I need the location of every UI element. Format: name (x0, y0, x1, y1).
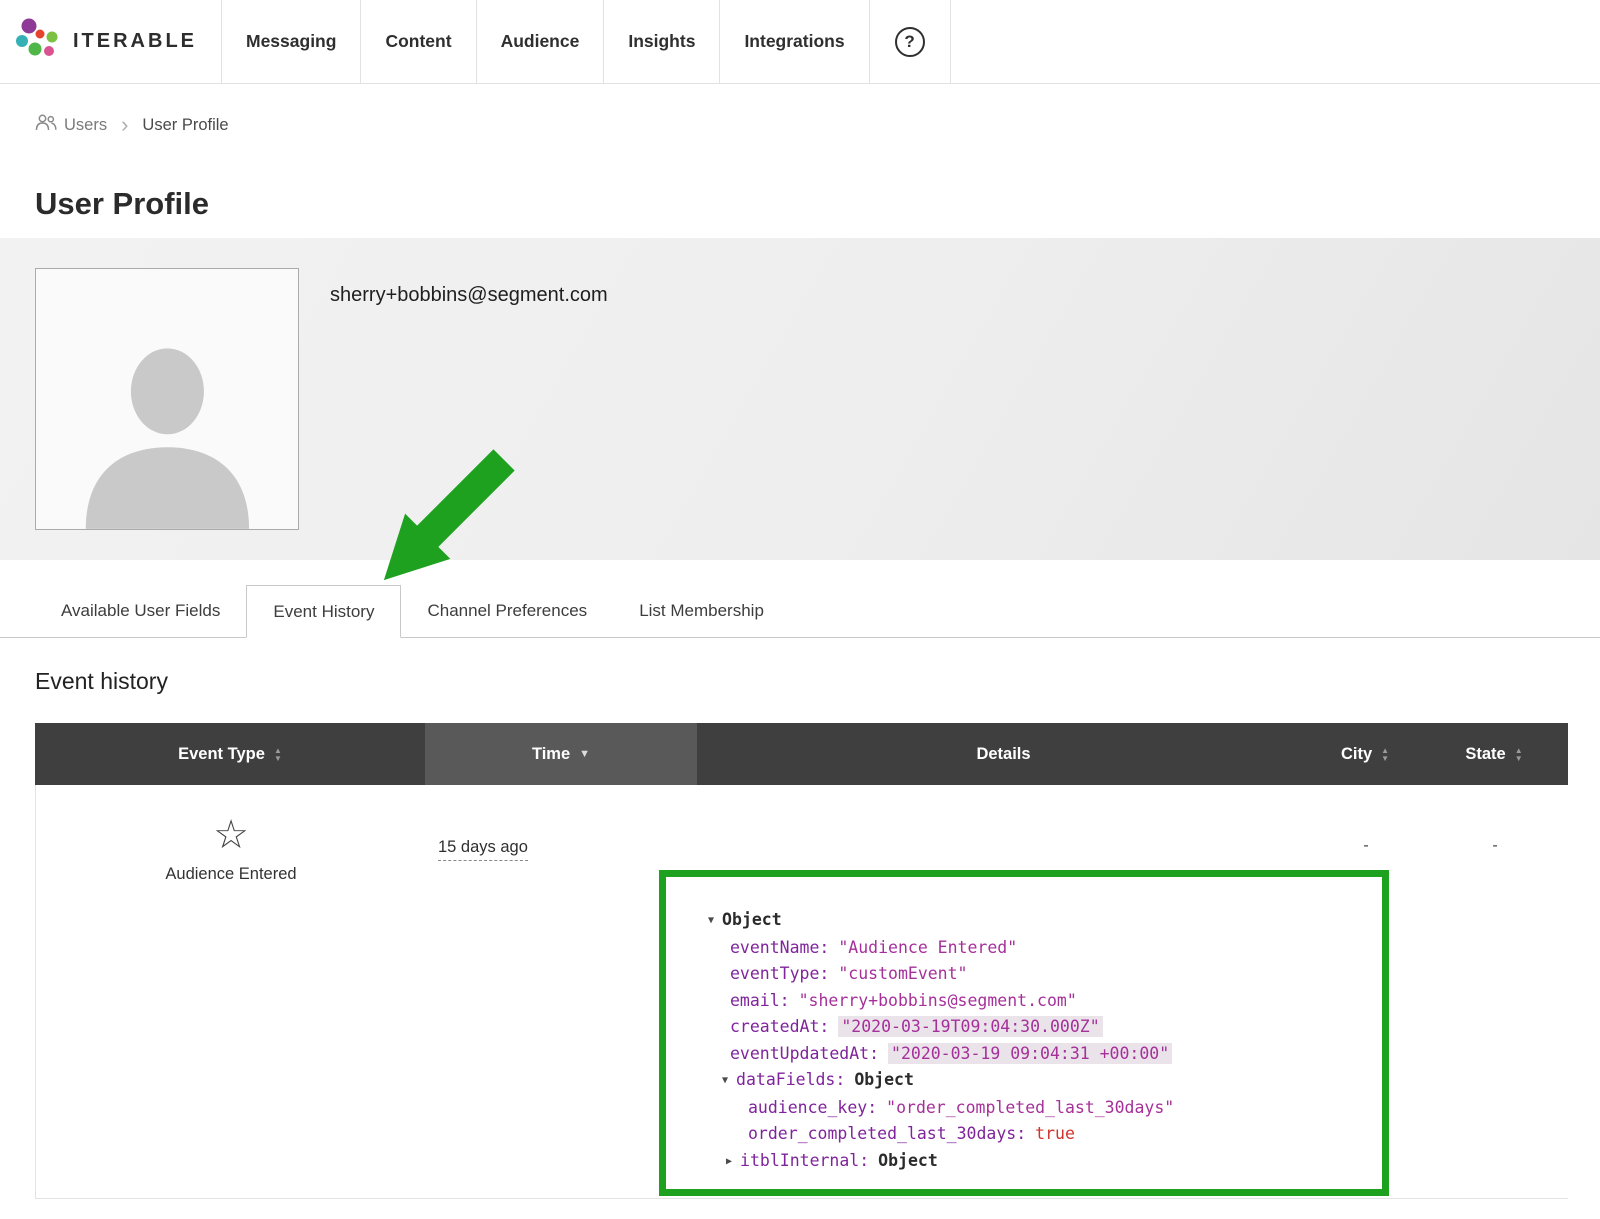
sort-icon: ▲▼ (274, 747, 282, 762)
json-object-row: ▼ dataFields: Object (696, 1067, 1362, 1095)
column-label: State (1465, 745, 1505, 764)
column-label: Details (976, 745, 1030, 764)
column-header-state[interactable]: State ▲▼ (1420, 723, 1568, 785)
json-key: createdAt: (730, 1017, 829, 1036)
json-root-row: ▼ Object (696, 907, 1362, 935)
brand-name: ITERABLE (73, 30, 197, 53)
json-key: dataFields: (736, 1070, 845, 1089)
json-object-label: Object (854, 1070, 914, 1089)
breadcrumb-users-label: Users (64, 116, 107, 135)
sort-desc-icon: ▼ (579, 749, 590, 760)
column-header-city[interactable]: City ▲▼ (1310, 723, 1420, 785)
json-value-boolean: true (1035, 1124, 1075, 1143)
annotation-highlight-box: ▼ Object eventName: "Audience Entered" eve… (659, 870, 1389, 1196)
event-history-table: Event Type ▲▼ Time ▼ Details City ▲▼ Sta… (35, 723, 1568, 1199)
event-type-cell: ☆ Audience Entered (36, 785, 426, 1198)
json-object-row: ▶ itblInternal: Object (696, 1148, 1362, 1176)
json-field-row: eventUpdatedAt: "2020-03-19 09:04:31 +00:… (696, 1041, 1362, 1068)
column-header-time[interactable]: Time ▼ (425, 723, 697, 785)
event-type-label: Audience Entered (165, 865, 296, 884)
json-value: "customEvent" (838, 964, 967, 983)
json-key: order_completed_last_30days: (748, 1124, 1026, 1143)
table-header: Event Type ▲▼ Time ▼ Details City ▲▼ Sta… (35, 723, 1568, 785)
iterable-logo[interactable]: ITERABLE (0, 0, 222, 83)
table-row: ☆ Audience Entered 15 days ago ▼ Object e… (35, 785, 1568, 1199)
users-icon (35, 114, 57, 136)
json-key: eventUpdatedAt: (730, 1044, 879, 1063)
page-title: User Profile (35, 186, 1600, 224)
section-title: Event history (35, 668, 1600, 695)
details-cell: ▼ Object eventName: "Audience Entered" eve… (698, 785, 1311, 1198)
sort-icon: ▲▼ (1515, 747, 1523, 762)
tab-channel-preferences[interactable]: Channel Preferences (401, 585, 613, 638)
iterable-logo-icon (14, 16, 60, 67)
breadcrumb-current: User Profile (142, 116, 228, 135)
json-key: email: (730, 991, 790, 1010)
json-key: eventName: (730, 938, 829, 957)
profile-banner: sherry+bobbins@segment.com (0, 238, 1600, 560)
json-field-row: eventName: "Audience Entered" (696, 935, 1362, 962)
time-cell: 15 days ago (426, 785, 698, 1198)
json-field-row: order_completed_last_30days: true (696, 1121, 1362, 1148)
json-field-row: audience_key: "order_completed_last_30day… (696, 1095, 1362, 1122)
breadcrumb-users-link[interactable]: Users (35, 114, 107, 136)
json-key: eventType: (730, 964, 829, 983)
nav-item-audience[interactable]: Audience (477, 0, 605, 83)
nav-item-content[interactable]: Content (361, 0, 476, 83)
json-key: itblInternal: (740, 1151, 869, 1170)
column-header-event-type[interactable]: Event Type ▲▼ (35, 723, 425, 785)
nav-item-integrations[interactable]: Integrations (720, 0, 869, 83)
breadcrumb: Users › User Profile (35, 114, 1600, 136)
star-icon: ☆ (213, 813, 249, 857)
json-value: "order_completed_last_30days" (886, 1098, 1174, 1117)
json-value: "sherry+bobbins@segment.com" (799, 991, 1077, 1010)
json-value-highlighted: "2020-03-19 09:04:31 +00:00" (888, 1043, 1172, 1064)
state-cell: - (1421, 785, 1569, 1198)
relative-time[interactable]: 15 days ago (438, 838, 528, 861)
collapse-caret-icon[interactable]: ▼ (722, 1068, 728, 1095)
json-key: audience_key: (748, 1098, 877, 1117)
expand-caret-icon[interactable]: ▶ (726, 1149, 732, 1176)
avatar (35, 268, 299, 530)
help-button[interactable]: ? (870, 0, 951, 83)
help-icon: ? (895, 27, 925, 57)
profile-email: sherry+bobbins@segment.com (330, 284, 608, 307)
column-label: City (1341, 745, 1372, 764)
column-label: Time (532, 745, 570, 764)
column-label: Event Type (178, 745, 265, 764)
tab-event-history[interactable]: Event History (246, 585, 401, 638)
nav-item-messaging[interactable]: Messaging (222, 0, 361, 83)
tab-list-membership[interactable]: List Membership (613, 585, 790, 638)
chevron-right-icon: › (121, 116, 128, 134)
json-value: "Audience Entered" (838, 938, 1017, 957)
json-field-row: eventType: "customEvent" (696, 961, 1362, 988)
json-field-row: email: "sherry+bobbins@segment.com" (696, 988, 1362, 1015)
sort-icon: ▲▼ (1381, 747, 1389, 762)
column-header-details: Details (697, 723, 1310, 785)
collapse-caret-icon[interactable]: ▼ (708, 908, 714, 935)
top-nav: ITERABLE Messaging Content Audience Insi… (0, 0, 1600, 84)
json-object-label: Object (722, 910, 782, 929)
json-value-highlighted: "2020-03-19T09:04:30.000Z" (838, 1016, 1102, 1037)
avatar-silhouette-icon (60, 314, 275, 529)
nav-item-insights[interactable]: Insights (604, 0, 720, 83)
profile-tabs: Available User Fields Event History Chan… (0, 585, 1600, 638)
tab-available-user-fields[interactable]: Available User Fields (35, 585, 246, 638)
json-field-row: createdAt: "2020-03-19T09:04:30.000Z" (696, 1014, 1362, 1041)
json-object-label: Object (878, 1151, 938, 1170)
